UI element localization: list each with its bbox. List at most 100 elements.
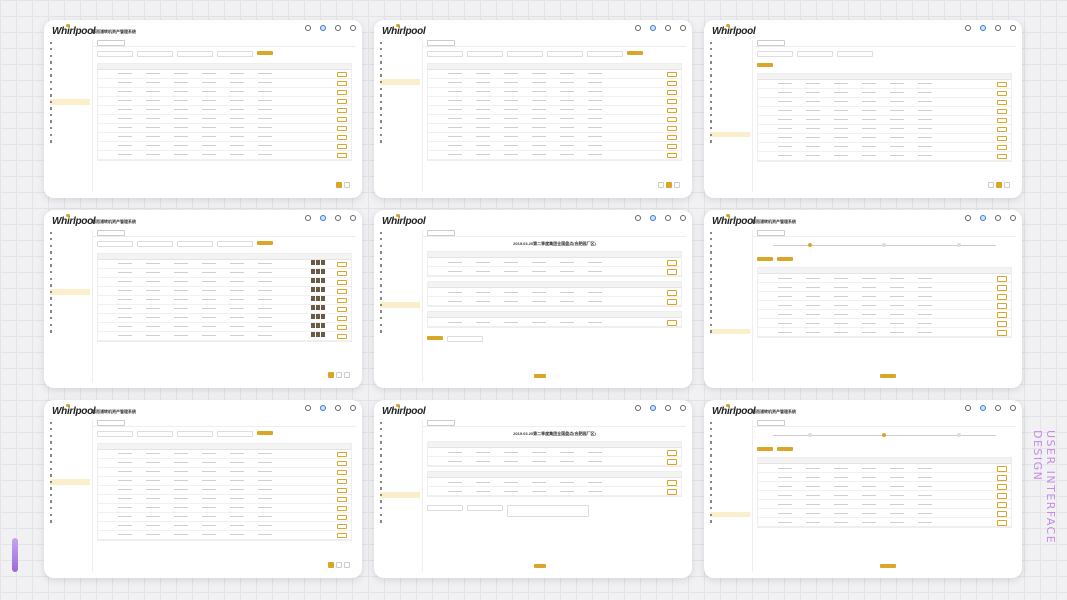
sidebar-item[interactable]: [710, 79, 750, 84]
option-input[interactable]: [447, 336, 483, 342]
photo-thumbnail[interactable]: [321, 331, 325, 337]
filter-input[interactable]: [97, 431, 133, 437]
sidebar-item[interactable]: [50, 93, 90, 98]
submit-button[interactable]: [534, 374, 546, 378]
sidebar-item[interactable]: [380, 40, 420, 45]
page-button[interactable]: [336, 562, 342, 568]
photo-thumbnails[interactable]: [311, 277, 325, 283]
page-button[interactable]: [344, 562, 350, 568]
photo-thumbnails[interactable]: [311, 286, 325, 292]
power-icon[interactable]: [680, 215, 686, 221]
sidebar-item[interactable]: [50, 486, 90, 491]
sidebar-item[interactable]: [710, 283, 750, 288]
sidebar-item[interactable]: [710, 237, 750, 242]
sidebar-item[interactable]: [380, 93, 420, 98]
sidebar-item[interactable]: [710, 473, 750, 478]
sidebar-item[interactable]: [710, 53, 750, 58]
photo-thumbnails[interactable]: [311, 322, 325, 328]
sidebar-item[interactable]: [710, 302, 750, 307]
sidebar-item[interactable]: [50, 139, 90, 144]
table-row[interactable]: [428, 133, 681, 142]
filter-input[interactable]: [507, 51, 543, 57]
download-button[interactable]: [777, 447, 793, 451]
sidebar-item[interactable]: [710, 276, 750, 281]
filter-input[interactable]: [217, 241, 253, 247]
sidebar-item[interactable]: [50, 66, 90, 71]
sidebar-item[interactable]: [50, 40, 90, 45]
filter-input[interactable]: [797, 51, 833, 57]
power-icon[interactable]: [350, 25, 356, 31]
sidebar-item[interactable]: [50, 302, 90, 307]
sidebar-item[interactable]: [50, 322, 90, 327]
sidebar-item[interactable]: [50, 296, 90, 301]
table-row[interactable]: [98, 486, 351, 495]
sidebar-item[interactable]: [710, 440, 750, 445]
photo-thumbnail[interactable]: [311, 268, 315, 274]
table-row[interactable]: [98, 495, 351, 504]
filter-input[interactable]: [137, 51, 173, 57]
sidebar-item[interactable]: [380, 459, 420, 464]
table-row[interactable]: [98, 459, 351, 468]
table-row[interactable]: [758, 89, 1011, 98]
sidebar-item[interactable]: [50, 86, 90, 91]
user-icon[interactable]: [650, 405, 656, 411]
table-row[interactable]: [428, 124, 681, 133]
sidebar-item[interactable]: [380, 519, 420, 524]
sidebar-item[interactable]: [50, 243, 90, 248]
gear-icon[interactable]: [335, 405, 341, 411]
import-button[interactable]: [757, 257, 773, 261]
page-button[interactable]: [344, 372, 350, 378]
sidebar-item[interactable]: [710, 499, 750, 504]
bell-icon[interactable]: [635, 25, 641, 31]
table-row[interactable]: [758, 134, 1011, 143]
page-button[interactable]: [996, 182, 1002, 188]
table-row[interactable]: [428, 70, 681, 79]
sidebar-item[interactable]: [710, 316, 750, 321]
sidebar-item[interactable]: [50, 237, 90, 242]
photo-thumbnails[interactable]: [311, 313, 325, 319]
table-row[interactable]: [98, 522, 351, 531]
sidebar-item[interactable]: [380, 316, 420, 321]
tab[interactable]: [757, 420, 785, 426]
sidebar-item[interactable]: [380, 263, 420, 268]
user-icon[interactable]: [320, 405, 326, 411]
sidebar-item[interactable]: [710, 486, 750, 491]
sidebar-item[interactable]: [710, 433, 750, 438]
form-textarea[interactable]: [507, 505, 589, 517]
sidebar-item[interactable]: [710, 40, 750, 45]
sidebar-item[interactable]: [710, 263, 750, 268]
filter-input[interactable]: [217, 51, 253, 57]
table-row[interactable]: [98, 277, 351, 287]
table-row[interactable]: [428, 142, 681, 151]
tab[interactable]: [97, 40, 125, 46]
sidebar-item[interactable]: [710, 427, 750, 432]
filter-input[interactable]: [177, 431, 213, 437]
sidebar-item[interactable]: [380, 53, 420, 58]
query-button[interactable]: [257, 431, 273, 435]
table-row[interactable]: [428, 79, 681, 88]
photo-thumbnail[interactable]: [316, 313, 320, 319]
table-row[interactable]: [98, 268, 351, 278]
sidebar-item-active[interactable]: [380, 302, 420, 308]
photo-thumbnail[interactable]: [311, 322, 315, 328]
sidebar-item[interactable]: [710, 73, 750, 78]
sidebar-item[interactable]: [50, 459, 90, 464]
sidebar-item[interactable]: [50, 512, 90, 517]
sidebar-item[interactable]: [380, 427, 420, 432]
tab[interactable]: [427, 40, 455, 46]
page-button[interactable]: [988, 182, 994, 188]
sidebar-item[interactable]: [380, 269, 420, 274]
photo-thumbnail[interactable]: [316, 331, 320, 337]
sidebar-item[interactable]: [710, 126, 750, 131]
next-button[interactable]: [880, 374, 896, 378]
photo-thumbnail[interactable]: [316, 295, 320, 301]
sidebar-item[interactable]: [710, 506, 750, 511]
tab[interactable]: [97, 230, 125, 236]
sidebar-item-active[interactable]: [50, 479, 90, 485]
filter-input[interactable]: [467, 51, 503, 57]
table-row[interactable]: [98, 513, 351, 522]
sidebar-item[interactable]: [50, 283, 90, 288]
table-row[interactable]: [428, 115, 681, 124]
table-row[interactable]: [428, 88, 681, 97]
sidebar-item[interactable]: [50, 499, 90, 504]
